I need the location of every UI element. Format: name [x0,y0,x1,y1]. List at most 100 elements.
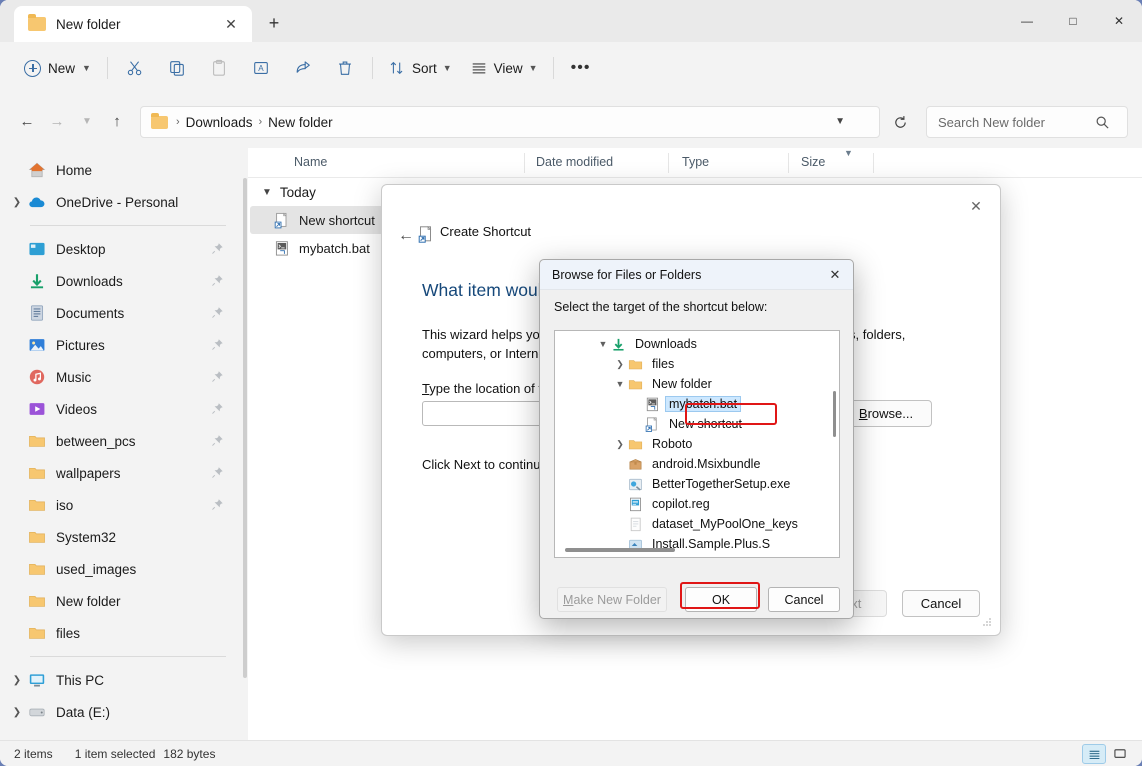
column-header-name[interactable]: Name [284,155,327,169]
resize-grip-icon[interactable] [982,617,992,627]
recent-locations-button[interactable]: ▼ [72,106,102,136]
sidebar-item-music[interactable]: Music [6,361,236,393]
maximize-button[interactable]: □ [1050,0,1096,42]
copy-button[interactable] [159,52,195,84]
view-button[interactable]: View ▼ [461,52,547,84]
column-header-date-modified[interactable]: Date modified [526,155,613,169]
close-button[interactable]: ✕ [1096,0,1142,42]
sidebar-item-this-pc[interactable]: ❯This PC [6,664,236,696]
browse-dialog-tree[interactable]: ▼Downloads❯files▼New foldermybatch.batNe… [554,330,840,558]
sort-button[interactable]: Sort ▼ [379,52,461,84]
chevron-right-icon[interactable]: ❯ [6,707,28,718]
bat-file-icon [645,397,660,412]
see-more-button[interactable]: ••• [563,52,599,84]
details-view-button[interactable] [1082,744,1106,764]
breadcrumb-new-folder[interactable]: New folder [263,113,338,132]
sidebar-item-downloads[interactable]: Downloads [6,265,236,297]
forward-button[interactable]: → [42,106,72,136]
navigation-pane-scrollbar[interactable] [243,178,247,678]
tree-node-mybatch-bat[interactable]: mybatch.bat [555,394,839,414]
tab-close-icon[interactable]: ✕ [222,15,240,33]
tree-node-copilot-reg[interactable]: copilot.reg [555,494,839,514]
chevron-right-icon[interactable]: ❯ [6,675,28,686]
minimize-button[interactable]: — [1004,0,1050,42]
pin-icon[interactable] [211,338,224,351]
back-button[interactable]: ← [12,106,42,136]
table-row[interactable]: mybatch.bat [250,234,388,262]
sidebar-item-iso[interactable]: iso [6,489,236,521]
tree-node-roboto[interactable]: ❯Roboto [555,434,839,454]
column-divider-3[interactable] [788,153,789,173]
chevron-right-icon[interactable]: ❯ [612,439,628,450]
new-tab-button[interactable]: + [262,12,286,36]
navigation-pane[interactable]: Home❯OneDrive - Personal DesktopDownloads… [0,148,242,740]
pin-icon[interactable] [211,306,224,319]
chevron-down-icon[interactable]: ▼ [595,339,611,349]
chevron-right-icon[interactable]: ❯ [612,359,628,370]
pin-icon[interactable] [211,498,224,511]
sidebar-item-data-e[interactable]: ❯Data (E:) [6,696,236,728]
breadcrumb-downloads[interactable]: Downloads [181,113,258,132]
column-divider-2[interactable] [668,153,669,173]
sidebar-item-used-images[interactable]: used_images [6,553,236,585]
pin-icon[interactable] [211,274,224,287]
pin-icon[interactable] [211,434,224,447]
sidebar-item-videos[interactable]: Videos [6,393,236,425]
address-bar[interactable]: › Downloads › New folder ▼ [140,106,880,138]
share-button[interactable] [285,52,321,84]
wizard-caption: Create Shortcut [440,224,531,239]
column-header-size[interactable]: Size [791,155,825,169]
browse-dialog-close-button[interactable]: ✕ [821,263,849,287]
up-button[interactable]: ↑ [102,106,132,136]
column-divider-1[interactable] [524,153,525,173]
tree-node-dataset-mypoolone-keys[interactable]: dataset_MyPoolOne_keys [555,514,839,534]
pin-icon[interactable] [211,242,224,255]
paste-button[interactable] [201,52,237,84]
tree-horizontal-scrollbar[interactable] [565,548,675,552]
table-row[interactable]: New shortcut [250,206,388,234]
column-header-type[interactable]: Type [672,155,709,169]
search-box[interactable] [926,106,1128,138]
sidebar-item-between-pcs[interactable]: between_pcs [6,425,236,457]
plus-circle-icon [24,60,41,77]
tree-vertical-scrollbar[interactable] [833,391,836,437]
browse-dialog-cancel-button[interactable]: Cancel [768,587,840,612]
address-dropdown-icon[interactable]: ▼ [835,116,845,127]
sidebar-item-wallpapers[interactable]: wallpapers [6,457,236,489]
sidebar-item-pictures[interactable]: Pictures [6,329,236,361]
sidebar-item-documents[interactable]: Documents [6,297,236,329]
tree-node-downloads[interactable]: ▼Downloads [555,334,839,354]
tree-node-android-msixbundle[interactable]: android.Msixbundle [555,454,839,474]
sidebar-item-home[interactable]: Home [6,154,236,186]
large-icons-view-button[interactable] [1108,744,1132,764]
pin-icon[interactable] [211,466,224,479]
tree-node-new-folder[interactable]: ▼New folder [555,374,839,394]
chevron-down-icon[interactable]: ▼ [612,379,628,389]
delete-button[interactable] [327,52,363,84]
search-input[interactable] [936,114,1091,131]
sidebar-item-system32[interactable]: System32 [6,521,236,553]
tree-node-bettertogethersetup-exe[interactable]: BetterTogetherSetup.exe [555,474,839,494]
folder-icon [28,432,46,450]
sidebar-item-new-folder[interactable]: New folder [6,585,236,617]
make-new-folder-button[interactable]: Make New Folder [557,587,667,612]
chevron-right-icon[interactable]: ❯ [6,197,28,208]
wizard-cancel-button[interactable]: Cancel [902,590,980,617]
rename-button[interactable]: A [243,52,279,84]
sidebar-item-files[interactable]: files [6,617,236,649]
tree-node-new-shortcut[interactable]: New shortcut [555,414,839,434]
sidebar-item-desktop[interactable]: Desktop [6,233,236,265]
refresh-button[interactable] [886,108,914,136]
wizard-back-button[interactable]: ← [392,223,420,249]
sidebar-item-onedrive-personal[interactable]: ❯OneDrive - Personal [6,186,236,218]
new-button[interactable]: New ▼ [14,52,101,84]
cut-button[interactable] [117,52,153,84]
browse-dialog-ok-button[interactable]: OK [685,587,757,612]
pin-icon[interactable] [211,370,224,383]
folder-icon [628,357,643,372]
tab-new-folder[interactable]: New folder ✕ [14,6,252,42]
tree-node-files[interactable]: ❯files [555,354,839,374]
pin-icon[interactable] [211,402,224,415]
wizard-close-button[interactable]: ✕ [960,193,992,219]
column-divider-4[interactable] [873,153,874,173]
